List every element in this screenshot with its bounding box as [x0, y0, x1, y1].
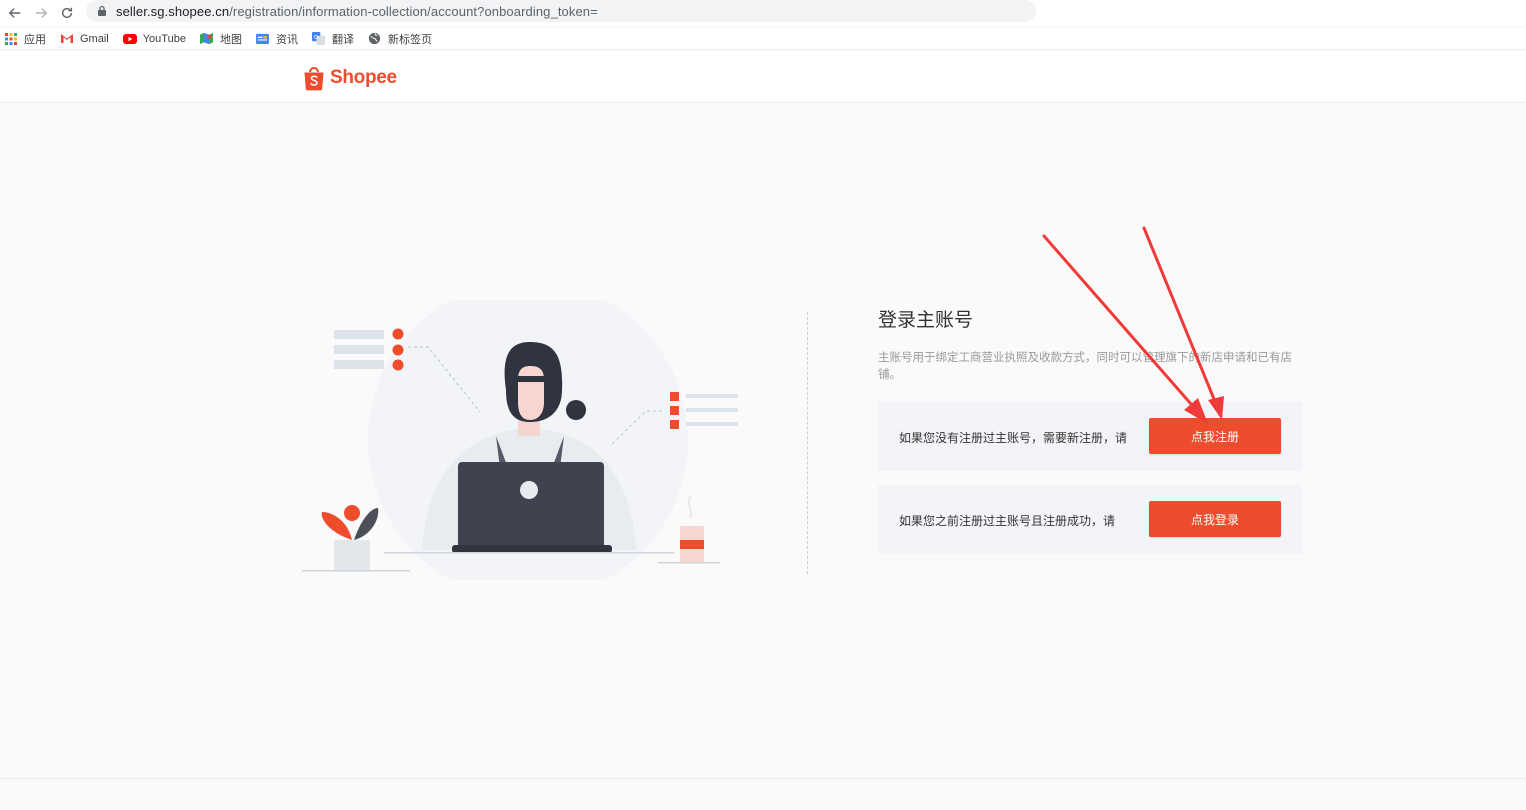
- reload-icon: [61, 7, 73, 19]
- login-main-account-panel: 登录主账号 主账号用于绑定工商营业执照及收款方式，同时可以管理旗下的新店申请和已…: [878, 308, 1302, 554]
- register-option-text: 如果您没有注册过主账号，需要新注册，请: [899, 431, 1128, 445]
- forward-button[interactable]: [30, 2, 52, 24]
- bookmark-label: Gmail: [80, 32, 109, 45]
- footer-divider: [0, 778, 1526, 779]
- url-path: /registration/information-collection/acc…: [229, 3, 598, 19]
- bookmark-label: 资讯: [275, 33, 298, 46]
- news-icon: [256, 32, 270, 46]
- gmail-icon: [60, 32, 74, 46]
- browser-toolbar: seller.sg.shopee.cn/registration/informa…: [0, 0, 1526, 26]
- bookmark-apps[interactable]: 应用: [4, 31, 46, 47]
- back-button[interactable]: [4, 2, 26, 24]
- desk-line-shape: [384, 552, 674, 554]
- url-text: seller.sg.shopee.cn/registration/informa…: [116, 4, 598, 19]
- apps-grid-icon: [4, 32, 18, 46]
- bookmark-label: 翻译: [331, 33, 354, 46]
- translate-icon: G: [312, 32, 326, 46]
- maps-icon: [200, 32, 214, 46]
- brand-name: Shopee: [330, 67, 397, 88]
- address-bar[interactable]: seller.sg.shopee.cn/registration/informa…: [86, 0, 1036, 22]
- login-button[interactable]: 点我登录: [1149, 501, 1281, 537]
- login-option-card: 如果您之前注册过主账号且注册成功，请 点我登录: [878, 485, 1302, 554]
- woman-with-laptop-illustration: [302, 300, 738, 580]
- login-option-text: 如果您之前注册过主账号且注册成功，请: [899, 514, 1116, 528]
- bookmark-translate[interactable]: G 翻译: [312, 31, 354, 47]
- shopee-logo[interactable]: Shopee: [303, 65, 397, 91]
- svg-text:G: G: [314, 35, 318, 41]
- register-button[interactable]: 点我注册: [1149, 418, 1281, 454]
- back-arrow-icon: [8, 8, 21, 18]
- laptop-icon: [452, 462, 612, 553]
- bookmark-news[interactable]: 资讯: [256, 31, 298, 47]
- bookmarks-bar: 应用 Gmail YouTube 地图 资讯 G 翻译 新标签页: [0, 28, 1526, 50]
- bookmark-maps[interactable]: 地图: [200, 31, 242, 47]
- dashed-divider: [807, 312, 808, 574]
- shopee-bag-icon: [304, 67, 324, 91]
- forward-arrow-icon: [35, 8, 48, 18]
- youtube-icon: [122, 32, 137, 46]
- panel-title: 登录主账号: [878, 310, 974, 331]
- globe-icon: [368, 32, 382, 46]
- bookmark-label: 应用: [24, 33, 46, 46]
- bookmark-label: 地图: [219, 33, 242, 46]
- bookmark-label: 新标签页: [387, 33, 432, 46]
- site-header: Shopee: [0, 51, 1526, 103]
- reload-button[interactable]: [56, 2, 78, 24]
- lock-icon: [98, 5, 106, 16]
- url-host: seller.sg.shopee.cn: [116, 3, 230, 19]
- bookmark-youtube[interactable]: YouTube: [122, 32, 186, 46]
- bookmark-label: YouTube: [142, 32, 186, 45]
- register-option-card: 如果您没有注册过主账号，需要新注册，请 点我注册: [878, 402, 1302, 471]
- bookmark-gmail[interactable]: Gmail: [60, 32, 109, 46]
- panel-description: 主账号用于绑定工商营业执照及收款方式，同时可以管理旗下的新店申请和已有店铺。: [878, 352, 1292, 381]
- bookmark-new-tab[interactable]: 新标签页: [368, 31, 432, 47]
